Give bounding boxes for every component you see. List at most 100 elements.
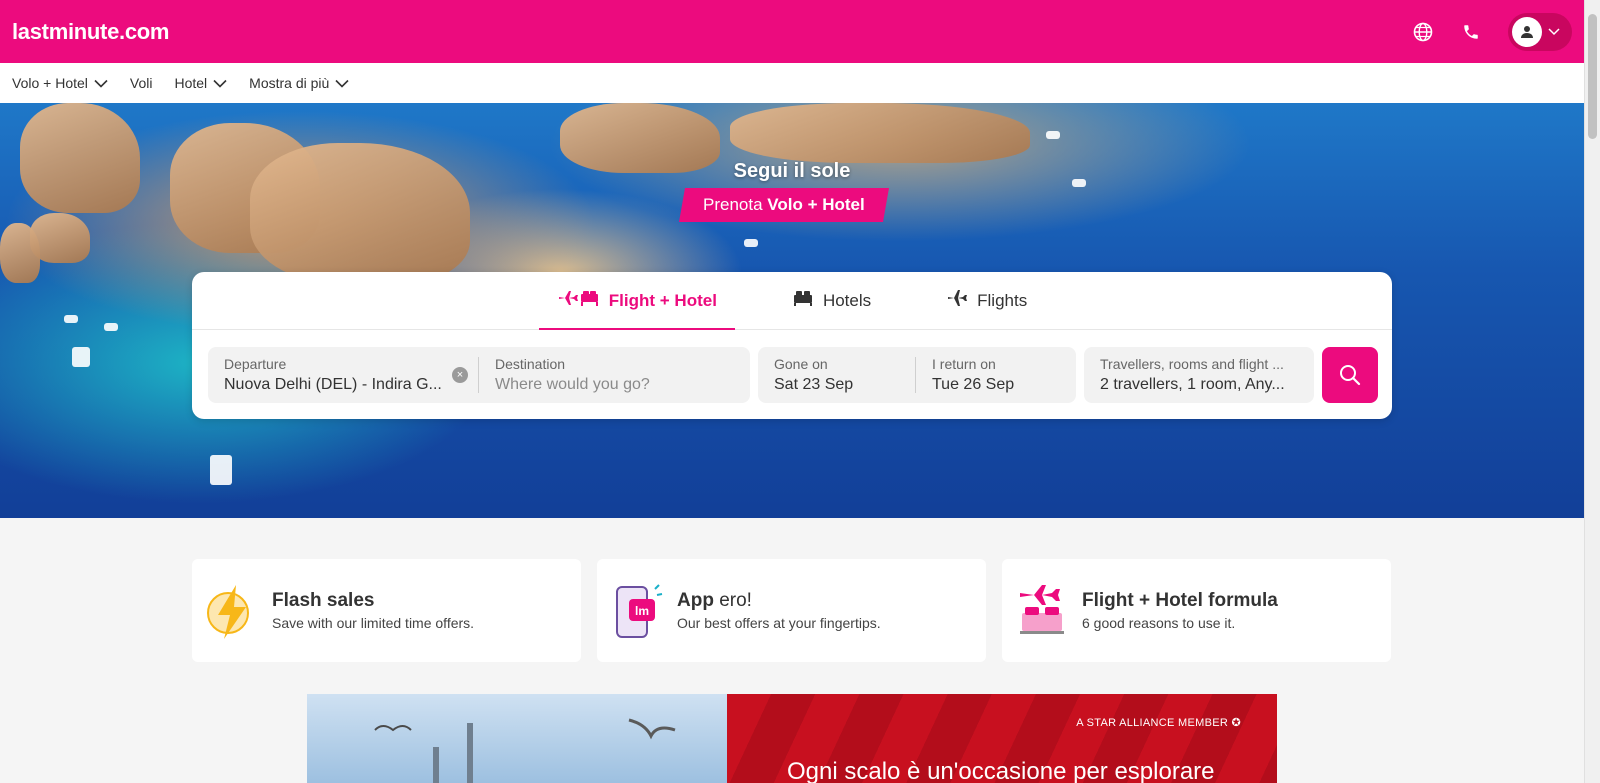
route-group: Departure Nuova Delhi (DEL) - Indira G..… [208, 347, 750, 403]
destination-input[interactable]: Where would you go? [495, 376, 733, 394]
travellers-label: Travellers, rooms and flight ... [1100, 356, 1284, 372]
feature-title: Flash sales [272, 590, 474, 612]
page-scrollbar[interactable] [1584, 0, 1600, 783]
tab-label: Flight + Hotel [608, 290, 717, 310]
phone-icon[interactable] [1460, 21, 1482, 43]
feature-flight-hotel-formula[interactable]: Flight + Hotel formula 6 good reasons to… [1002, 559, 1391, 662]
plane-bed-icon [557, 288, 599, 313]
hero-badge-prefix: Prenota [703, 195, 763, 214]
ad-banner[interactable]: A STAR ALLIANCE MEMBER ✪ Ogni scalo è un… [307, 694, 1277, 783]
lightning-icon [206, 581, 258, 641]
hero-title: Segui il sole [733, 160, 851, 182]
tab-label: Hotels [822, 290, 872, 310]
plane-icon [947, 289, 968, 312]
hero-boat [210, 455, 232, 485]
minaret [433, 747, 439, 783]
plane-bed-formula-icon [1016, 581, 1068, 641]
chevron-down-icon [335, 79, 349, 88]
ad-tag-text: A STAR ALLIANCE MEMBER [1076, 717, 1229, 729]
globe-icon[interactable] [1412, 21, 1434, 43]
nav-hotel[interactable]: Hotel [174, 75, 227, 91]
clear-departure-icon[interactable]: × [452, 367, 468, 383]
hero-boat [72, 347, 90, 367]
feature-title-main: Flight + Hotel formula [1082, 590, 1278, 611]
tab-hotels[interactable]: Hotels [775, 272, 889, 329]
feature-title: Flight + Hotel formula [1082, 590, 1278, 612]
feature-app[interactable]: lm App ero! Our best offers at your fing… [597, 559, 986, 662]
feature-title: App ero! [677, 590, 881, 612]
chevron-down-icon [1548, 23, 1560, 41]
return-on-label: I return on [932, 356, 996, 372]
hero-badge-bold: Volo + Hotel [767, 195, 865, 214]
feature-text: Flash sales Save with our limited time o… [272, 590, 474, 631]
gone-on-label: Gone on [774, 356, 828, 372]
nav-mostra-di-piu[interactable]: Mostra di più [249, 75, 349, 91]
bed-icon [793, 289, 813, 312]
travellers-group: Travellers, rooms and flight ... 2 trave… [1084, 347, 1314, 403]
scrollbar-thumb[interactable] [1588, 14, 1597, 139]
seagull-icon [628, 718, 676, 740]
hero-boat [64, 315, 78, 323]
mobile-app-icon: lm [611, 581, 663, 641]
ad-headline: Ogni scalo è un'occasione per esplorare [787, 758, 1215, 783]
nav-label: Volo + Hotel [12, 75, 88, 91]
seagull-icon [374, 725, 412, 732]
search-button[interactable] [1322, 347, 1378, 403]
departure-field[interactable]: Departure Nuova Delhi (DEL) - Indira G..… [208, 347, 478, 403]
search-icon [1340, 365, 1361, 386]
page: lastminute.com Volo + Hotel Voli Hotel M… [0, 0, 1600, 783]
feature-text: App ero! Our best offers at your fingert… [677, 590, 881, 631]
destination-label: Destination [495, 356, 566, 372]
search-tabs: Flight + Hotel Hotels Flights [192, 272, 1392, 330]
travellers-value: 2 travellers, 1 room, Any... [1100, 376, 1285, 393]
nav-label: Voli [129, 75, 153, 91]
feature-title-light: ero! [719, 590, 752, 611]
search-fields: Departure Nuova Delhi (DEL) - Indira G..… [208, 347, 1378, 403]
chevron-down-icon [213, 79, 227, 88]
departure-date-field[interactable]: Gone on Sat 23 Sep [758, 347, 915, 403]
return-on-value: Tue 26 Sep [932, 376, 1015, 393]
tab-flight-hotel[interactable]: Flight + Hotel [538, 272, 736, 330]
chevron-down-icon [94, 79, 108, 88]
sub-navigation: Volo + Hotel Voli Hotel Mostra di più [0, 63, 1584, 103]
logo[interactable]: lastminute.com [12, 19, 169, 45]
svg-text:lm: lm [635, 604, 649, 618]
account-menu[interactable] [1508, 12, 1572, 51]
feature-desc: Our best offers at your fingertips. [677, 615, 881, 631]
gone-on-value: Sat 23 Sep [774, 376, 854, 393]
hero-boat [1046, 131, 1060, 139]
nav-voli[interactable]: Voli [130, 75, 153, 91]
user-icon [1512, 16, 1542, 47]
feature-text: Flight + Hotel formula 6 good reasons to… [1082, 590, 1278, 631]
tab-flights[interactable]: Flights [929, 272, 1045, 329]
hero-boat [744, 239, 758, 247]
nav-label: Mostra di più [249, 75, 330, 91]
ad-image [307, 694, 727, 783]
top-bar: lastminute.com [0, 0, 1584, 63]
tab-label: Flights [977, 290, 1028, 310]
feature-desc: 6 good reasons to use it. [1082, 615, 1236, 631]
minaret [467, 723, 473, 783]
feature-flash-sales[interactable]: Flash sales Save with our limited time o… [192, 559, 581, 662]
feature-desc: Save with our limited time offers. [272, 615, 475, 631]
ad-red-panel: A STAR ALLIANCE MEMBER ✪ Ogni scalo è un… [727, 694, 1277, 783]
feature-title-main: App [677, 590, 714, 611]
return-date-field[interactable]: I return on Tue 26 Sep [916, 347, 1073, 403]
dates-group: Gone on Sat 23 Sep I return on Tue 26 Se… [758, 347, 1076, 403]
hero-rock [20, 103, 140, 213]
ad-tag: A STAR ALLIANCE MEMBER ✪ [1076, 717, 1241, 729]
destination-field[interactable]: Destination Where would you go? [479, 347, 749, 403]
hero-boat [104, 323, 118, 331]
feature-title-main: Flash sales [272, 590, 375, 611]
nav-label: Hotel [174, 75, 208, 91]
hero-rock [30, 213, 90, 263]
hero-badge-text: Prenota Volo + Hotel [703, 195, 865, 215]
departure-value: Nuova Delhi (DEL) - Indira G... [224, 376, 442, 393]
nav-volo-hotel[interactable]: Volo + Hotel [12, 75, 108, 91]
travellers-field[interactable]: Travellers, rooms and flight ... 2 trave… [1084, 347, 1314, 403]
hero-rock [730, 103, 1030, 163]
hero-cta-badge[interactable]: Prenota Volo + Hotel [679, 188, 889, 222]
top-actions [1412, 12, 1572, 51]
departure-label: Departure [224, 356, 287, 372]
search-card: Flight + Hotel Hotels Flights Departure … [192, 272, 1392, 419]
